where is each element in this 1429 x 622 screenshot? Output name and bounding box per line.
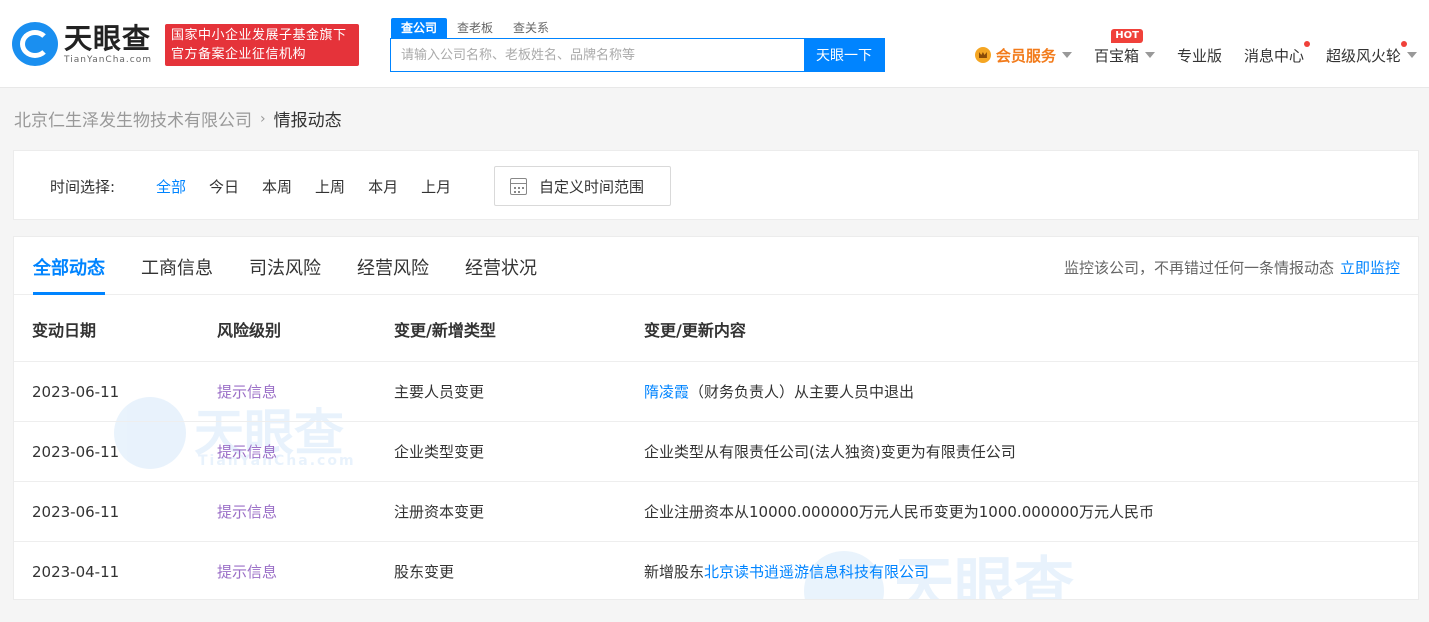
person-link[interactable]: 隋凌霞 bbox=[644, 381, 689, 402]
row-content: 企业注册资本从10000.000000万元人民币变更为1000.000000万元… bbox=[644, 503, 1154, 521]
logo-text: 天眼查 bbox=[64, 22, 152, 55]
badge-line-2: 官方备案企业征信机构 bbox=[171, 47, 307, 62]
tab-all-dynamics[interactable]: 全部动态 bbox=[33, 254, 105, 280]
header-change-type: 变更/新增类型 bbox=[394, 320, 496, 340]
filter-this-week[interactable]: 本周 bbox=[262, 176, 292, 197]
row-risk-level: 提示信息 bbox=[217, 503, 278, 521]
dynamics-table: 变动日期 风险级别 变更/新增类型 变更/更新内容 2023-06-11 提示信… bbox=[14, 296, 1418, 599]
row-change-type: 注册资本变更 bbox=[394, 503, 485, 521]
nav-pro-version[interactable]: 专业版 bbox=[1177, 45, 1222, 66]
category-tabs: 全部动态 工商信息 司法风险 经营风险 经营状况 监控该公司，不再错过任何一条情… bbox=[14, 237, 1418, 295]
row-risk-level: 提示信息 bbox=[217, 443, 278, 461]
badge-line-1: 国家中小企业发展子基金旗下 bbox=[171, 28, 347, 43]
custom-range-button[interactable]: 自定义时间范围 bbox=[494, 166, 671, 206]
row-content: 企业类型从有限责任公司(法人独资)变更为有限责任公司 bbox=[644, 443, 1016, 461]
nav-treasure-label: 百宝箱 bbox=[1093, 46, 1139, 65]
chevron-down-icon bbox=[1061, 52, 1072, 58]
row-content: 隋凌霞 （财务负责人）从主要人员中退出 bbox=[644, 362, 914, 421]
header-change-content: 变更/更新内容 bbox=[644, 320, 746, 340]
row-content-text: （财务负责人）从主要人员中退出 bbox=[689, 383, 915, 401]
tab-operating-risk[interactable]: 经营风险 bbox=[357, 254, 429, 280]
logo-icon bbox=[12, 22, 58, 66]
filter-all[interactable]: 全部 bbox=[156, 176, 186, 197]
nav-message-center[interactable]: 消息中心 bbox=[1243, 40, 1310, 66]
row-date: 2023-06-11 bbox=[32, 442, 120, 461]
table-header-row: 变动日期 风险级别 变更/新增类型 变更/更新内容 bbox=[14, 296, 1418, 362]
notification-dot bbox=[1401, 40, 1407, 47]
nav-super-wheel[interactable]: 超级风火轮 bbox=[1325, 40, 1417, 66]
nav-treasure-box[interactable]: HOT 百宝箱 bbox=[1093, 28, 1155, 66]
breadcrumb-current: 情报动态 bbox=[273, 111, 342, 131]
row-change-type: 股东变更 bbox=[394, 563, 455, 581]
search-tab-company[interactable]: 查公司 bbox=[391, 18, 448, 38]
tianyancha-logo[interactable]: 天眼查 TianYanCha.com bbox=[12, 22, 157, 68]
time-filter-label: 时间选择: bbox=[50, 178, 116, 196]
monitor-prompt: 监控该公司，不再错过任何一条情报动态 立即监控 bbox=[1064, 257, 1400, 278]
row-risk-level: 提示信息 bbox=[217, 563, 278, 581]
row-risk-level: 提示信息 bbox=[217, 383, 278, 401]
monitor-text: 监控该公司，不再错过任何一条情报动态 bbox=[1063, 259, 1334, 277]
notification-dot bbox=[1303, 40, 1310, 47]
search-button[interactable]: 天眼一下 bbox=[804, 39, 884, 71]
filter-this-month[interactable]: 本月 bbox=[368, 176, 398, 197]
tab-judicial-risk[interactable]: 司法风险 bbox=[249, 254, 321, 280]
crown-icon bbox=[974, 47, 991, 63]
top-nav: 会员服务 HOT 百宝箱 专业版 消息中心 超级风火轮 bbox=[953, 28, 1417, 66]
custom-range-label: 自定义时间范围 bbox=[539, 177, 645, 196]
row-content-prefix: 新增股东 bbox=[644, 563, 705, 581]
table-row: 2023-06-11 提示信息 企业类型变更 企业类型从有限责任公司(法人独资)… bbox=[14, 422, 1418, 482]
row-change-type: 企业类型变更 bbox=[394, 443, 485, 461]
row-change-type: 主要人员变更 bbox=[394, 383, 485, 401]
breadcrumb: 北京仁生泽发生物技术有限公司 › 情报动态 bbox=[14, 106, 342, 132]
search-tab-relation[interactable]: 查关系 bbox=[503, 18, 559, 38]
filter-last-month[interactable]: 上月 bbox=[421, 176, 451, 197]
search-tab-boss[interactable]: 查老板 bbox=[447, 18, 503, 38]
chevron-down-icon bbox=[1407, 52, 1417, 58]
table-row: 2023-04-11 提示信息 股东变更 新增股东 北京读书逍遥游信息科技有限公司 bbox=[14, 542, 1418, 599]
row-date: 2023-06-11 bbox=[32, 382, 120, 401]
search-input[interactable] bbox=[391, 39, 804, 71]
hot-badge: HOT bbox=[1111, 28, 1143, 43]
breadcrumb-company[interactable]: 北京仁生泽发生物技术有限公司 bbox=[14, 106, 252, 131]
time-filter-options: 全部 今日 本周 上周 本月 上月 bbox=[156, 176, 474, 197]
nav-wheel-label: 超级风火轮 bbox=[1325, 46, 1401, 65]
header-risk-level: 风险级别 bbox=[217, 320, 282, 340]
tab-operating-status[interactable]: 经营状况 bbox=[465, 254, 537, 280]
table-row: 2023-06-11 提示信息 注册资本变更 企业注册资本从10000.0000… bbox=[14, 482, 1418, 542]
search-box: 天眼一下 bbox=[390, 38, 885, 72]
row-date: 2023-04-11 bbox=[32, 562, 120, 581]
filter-today[interactable]: 今日 bbox=[209, 176, 239, 197]
nav-vip-service[interactable]: 会员服务 bbox=[974, 45, 1072, 66]
official-badge: 国家中小企业发展子基金旗下 官方备案企业征信机构 bbox=[165, 24, 359, 66]
shareholder-link[interactable]: 北京读书逍遥游信息科技有限公司 bbox=[704, 561, 929, 582]
time-filter-card: 时间选择: 全部 今日 本周 上周 本月 上月 自定义时间范围 bbox=[13, 150, 1419, 220]
intel-dynamics-card: 天眼查 TianYanCha.com 天眼查 TianYanCha.com 全部… bbox=[13, 236, 1419, 600]
top-header: 天眼查 TianYanCha.com 国家中小企业发展子基金旗下 官方备案企业征… bbox=[0, 0, 1429, 88]
tab-business-info[interactable]: 工商信息 bbox=[141, 254, 213, 280]
breadcrumb-separator-icon: › bbox=[260, 110, 266, 127]
nav-vip-label: 会员服务 bbox=[995, 46, 1056, 65]
monitor-now-link[interactable]: 立即监控 bbox=[1340, 259, 1400, 277]
active-tab-indicator bbox=[33, 292, 105, 295]
calendar-icon bbox=[510, 177, 527, 195]
table-row: 2023-06-11 提示信息 主要人员变更 隋凌霞 （财务负责人）从主要人员中退… bbox=[14, 362, 1418, 422]
chevron-down-icon bbox=[1144, 52, 1155, 58]
row-date: 2023-06-11 bbox=[32, 502, 120, 521]
header-change-date: 变动日期 bbox=[32, 320, 97, 340]
filter-last-week[interactable]: 上周 bbox=[315, 176, 345, 197]
logo-subtext: TianYanCha.com bbox=[64, 55, 153, 65]
search-tabs: 查公司 查老板 查关系 bbox=[391, 18, 559, 38]
nav-message-label: 消息中心 bbox=[1243, 46, 1304, 65]
row-content: 新增股东 北京读书逍遥游信息科技有限公司 bbox=[644, 542, 929, 599]
